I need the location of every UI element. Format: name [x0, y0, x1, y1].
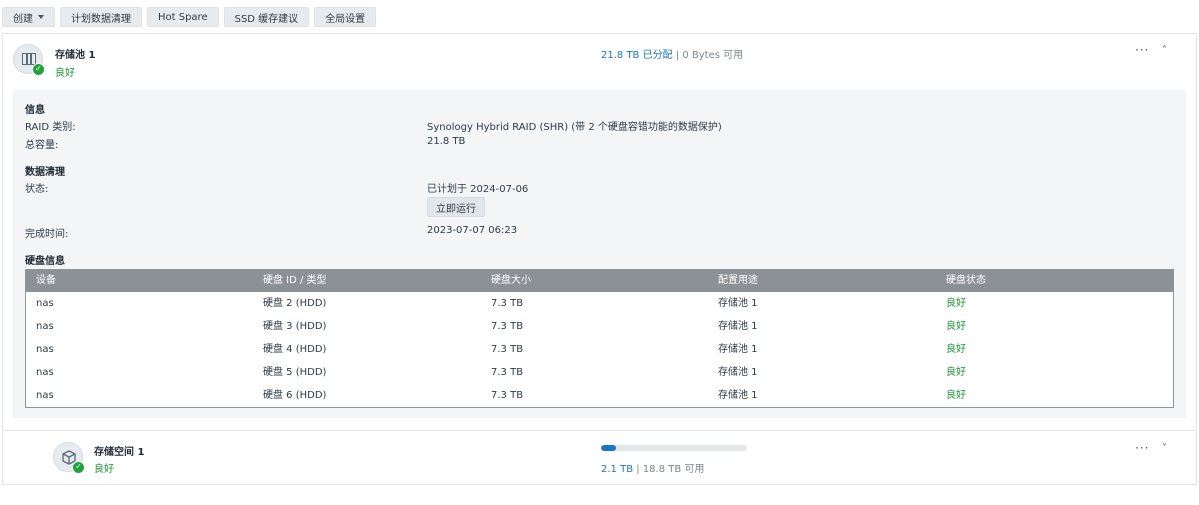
cell-disk-id: 硬盘 3 (HDD) [263, 321, 327, 332]
header-disk-size[interactable]: 硬盘大小 [491, 270, 531, 292]
cell-disk-size: 7.3 TB [491, 321, 524, 332]
volume-name: 存储空间 1 [94, 447, 145, 458]
completion-time-value: 2023-07-07 06:23 [427, 225, 518, 236]
status-ok-icon: ✓ [32, 63, 45, 76]
table-row[interactable]: nas 硬盘 2 (HDD) 7.3 TB 存储池 1 良好 [26, 292, 1173, 315]
volume-usage-bar [601, 445, 747, 451]
total-capacity-label: 总容量: [25, 140, 59, 151]
cell-device: nas [36, 298, 54, 309]
cell-disk-id: 硬盘 5 (HDD) [263, 367, 327, 378]
volume-card[interactable]: ✓ 存储空间 1 良好 2.1 TB | 18.8 TB 可用 ··· ˅ [2, 431, 1197, 485]
cell-device: nas [36, 390, 54, 401]
table-row[interactable]: nas 硬盘 4 (HDD) 7.3 TB 存储池 1 良好 [26, 338, 1173, 361]
cell-disk-id: 硬盘 4 (HDD) [263, 344, 327, 355]
storage-pool-icon: ✓ [13, 44, 45, 76]
available-capacity: 18.8 TB 可用 [642, 464, 705, 475]
cell-disk-id: 硬盘 2 (HDD) [263, 298, 327, 309]
cell-device: nas [36, 367, 54, 378]
header-disk-status[interactable]: 硬盘状态 [946, 270, 986, 292]
chevron-up-icon[interactable]: ˄ [1162, 45, 1167, 56]
header-device[interactable]: 设备 [36, 270, 56, 292]
cell-allocation: 存储池 1 [718, 390, 758, 401]
scrub-state-value: 已计划于 2024-07-06 [427, 184, 529, 195]
status-ok-icon: ✓ [72, 461, 85, 474]
allocated-capacity: 21.8 TB 已分配 [601, 50, 673, 61]
cell-allocation: 存储池 1 [718, 344, 758, 355]
completion-time-label: 完成时间: [25, 229, 69, 240]
scrub-state-label: 状态: [25, 184, 49, 195]
global-settings-button[interactable]: 全局设置 [314, 7, 377, 27]
volume-capacity: 2.1 TB | 18.8 TB 可用 [601, 460, 704, 475]
raid-type-label: RAID 类别: [25, 122, 76, 133]
table-row[interactable]: nas 硬盘 3 (HDD) 7.3 TB 存储池 1 良好 [26, 315, 1173, 338]
cell-disk-size: 7.3 TB [491, 298, 524, 309]
create-button[interactable]: 创建 [2, 7, 55, 27]
table-row[interactable]: nas 硬盘 5 (HDD) 7.3 TB 存储池 1 良好 [26, 361, 1173, 384]
cell-disk-status: 良好 [946, 321, 966, 332]
used-capacity: 2.1 TB [601, 464, 634, 475]
storage-pool-details: 信息 RAID 类别: Synology Hybrid RAID (SHR) (… [13, 90, 1186, 418]
create-label: 创建 [13, 13, 33, 25]
cell-disk-size: 7.3 TB [491, 344, 524, 355]
cell-disk-size: 7.3 TB [491, 390, 524, 401]
volume-usage-fill [601, 445, 616, 451]
cell-allocation: 存储池 1 [718, 298, 758, 309]
more-icon[interactable]: ··· [1135, 441, 1149, 455]
more-icon[interactable]: ··· [1135, 43, 1149, 57]
scrub-schedule-button[interactable]: 计划数据清理 [60, 7, 142, 27]
cell-disk-id: 硬盘 6 (HDD) [263, 390, 327, 401]
capacity-separator: | [636, 464, 640, 475]
toolbar: 创建 计划数据清理 Hot Spare SSD 缓存建议 全局设置 [2, 7, 377, 27]
storage-pool-name: 存储池 1 [55, 50, 96, 61]
disk-table-header: 设备 硬盘 ID / 类型 硬盘大小 配置用途 硬盘状态 [26, 270, 1173, 292]
capacity-separator: | [675, 50, 680, 61]
cell-disk-status: 良好 [946, 367, 966, 378]
total-capacity-value: 21.8 TB [427, 136, 466, 147]
ssd-cache-button[interactable]: SSD 缓存建议 [223, 7, 310, 27]
info-section-title: 信息 [25, 105, 45, 116]
scrub-section-title: 数据清理 [25, 167, 65, 178]
caret-down-icon [38, 15, 44, 19]
storage-pool-capacity: 21.8 TB 已分配 | 0 Bytes 可用 [601, 46, 743, 61]
cell-device: nas [36, 344, 54, 355]
chevron-down-icon[interactable]: ˅ [1162, 443, 1167, 454]
header-allocation[interactable]: 配置用途 [718, 270, 758, 292]
cell-disk-status: 良好 [946, 390, 966, 401]
available-capacity: 0 Bytes 可用 [682, 50, 744, 61]
cell-device: nas [36, 321, 54, 332]
table-row[interactable]: nas 硬盘 6 (HDD) 7.3 TB 存储池 1 良好 [26, 384, 1173, 407]
raid-type-value: Synology Hybrid RAID (SHR) (带 2 个硬盘容错功能的… [427, 122, 722, 133]
cell-disk-size: 7.3 TB [491, 367, 524, 378]
storage-pool-card: ✓ 存储池 1 良好 21.8 TB 已分配 | 0 Bytes 可用 ··· … [2, 33, 1197, 431]
cell-allocation: 存储池 1 [718, 321, 758, 332]
storage-pool-header[interactable]: ✓ 存储池 1 良好 21.8 TB 已分配 | 0 Bytes 可用 ··· … [3, 34, 1196, 86]
volume-icon: ✓ [53, 442, 85, 474]
cell-allocation: 存储池 1 [718, 367, 758, 378]
header-disk-id[interactable]: 硬盘 ID / 类型 [263, 270, 327, 292]
cell-disk-status: 良好 [946, 344, 966, 355]
hot-spare-button[interactable]: Hot Spare [147, 7, 219, 27]
run-now-button[interactable]: 立即运行 [427, 197, 485, 217]
disk-info-section-title: 硬盘信息 [25, 256, 65, 267]
cell-disk-status: 良好 [946, 298, 966, 309]
volume-status: 良好 [94, 464, 114, 475]
storage-pool-status: 良好 [55, 68, 75, 79]
disk-table: 设备 硬盘 ID / 类型 硬盘大小 配置用途 硬盘状态 nas 硬盘 2 (H… [25, 269, 1174, 408]
